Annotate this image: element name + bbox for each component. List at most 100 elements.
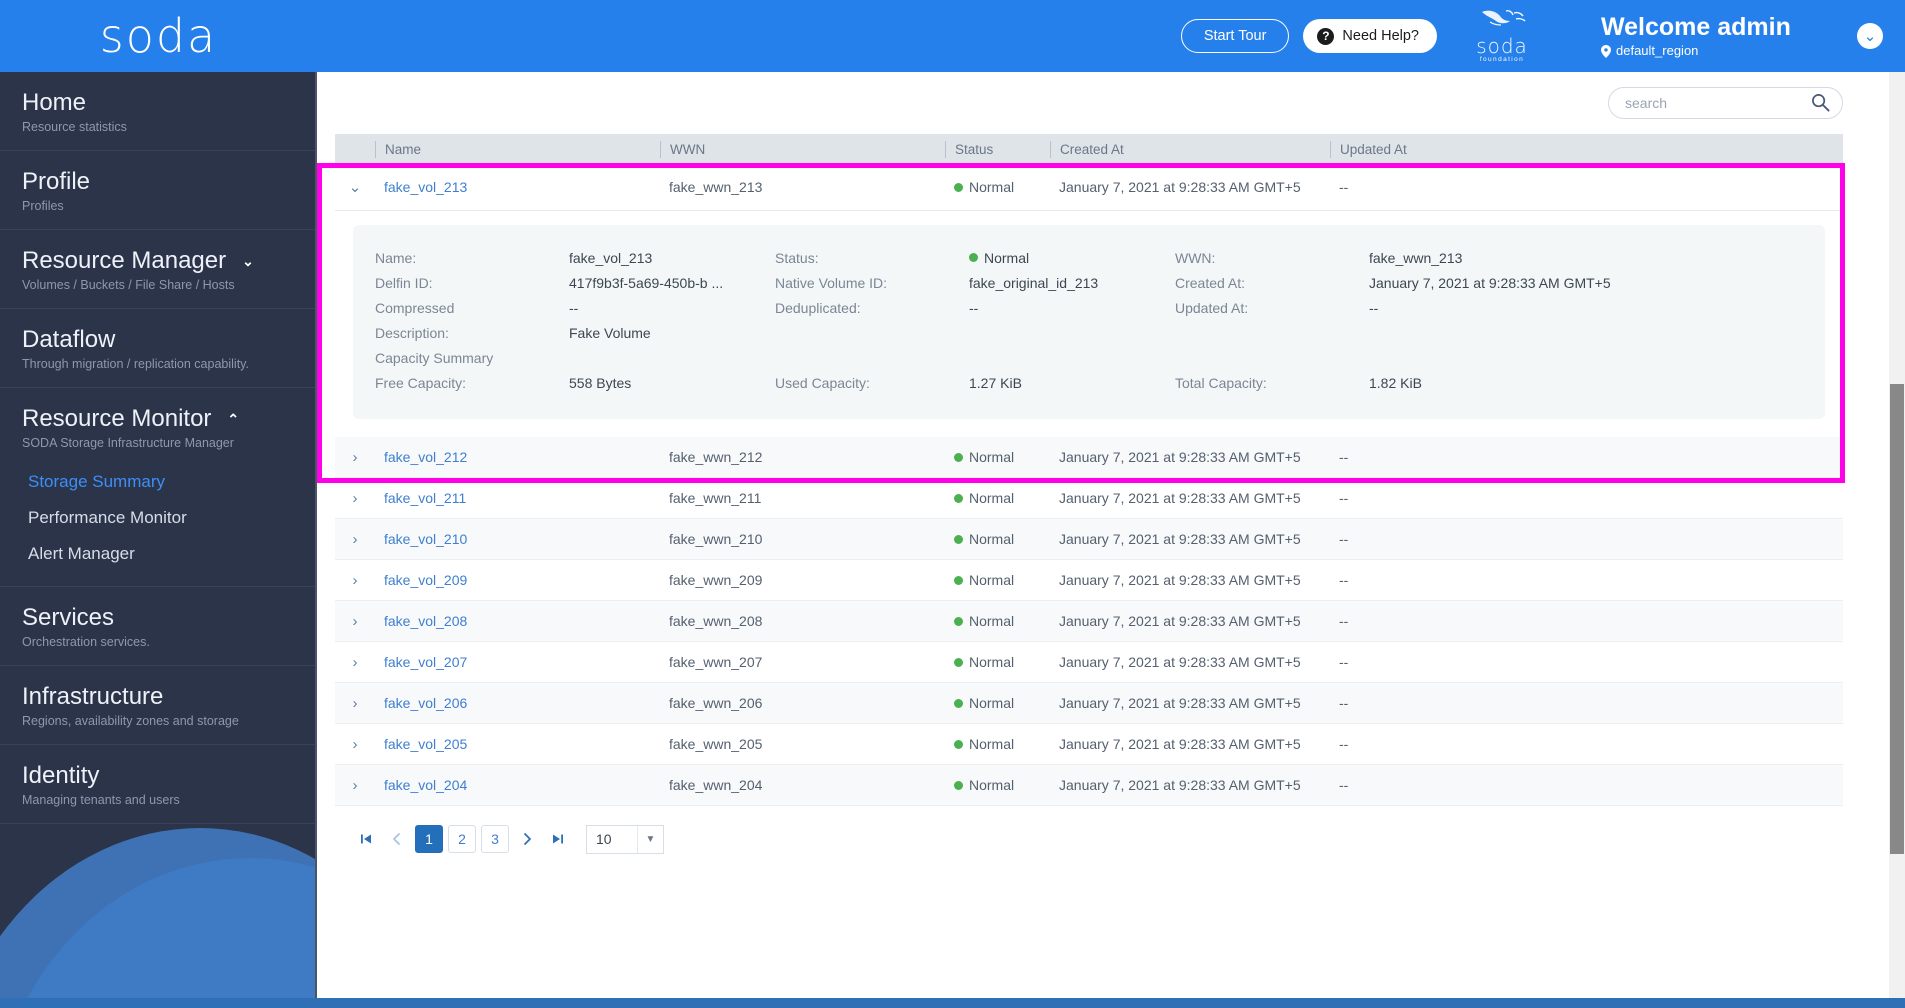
expand-row-chevron-right-icon[interactable]: › [335, 531, 375, 548]
expand-row-chevron-right-icon[interactable]: › [335, 695, 375, 712]
last-page-button[interactable] [545, 826, 571, 852]
collapse-row-chevron-down-icon[interactable]: ⌄ [335, 178, 375, 196]
detail-row: Used Capacity: 1.27 KiB [775, 370, 1175, 395]
table-row[interactable]: › fake_vol_208 fake_wwn_208 Normal January 7… [335, 601, 1843, 642]
sidebar-item-performance-monitor[interactable]: Performance Monitor [0, 500, 317, 536]
expanded-table-row[interactable]: ⌄ fake_vol_213 fake_wwn_213 Normal Janua… [335, 164, 1843, 211]
detail-row: Total Capacity: 1.82 KiB [1175, 370, 1803, 395]
sidebar-item-storage-summary[interactable]: Storage Summary [0, 464, 317, 500]
detail-row: Updated At: -- [1175, 295, 1803, 320]
status-dot-icon [954, 780, 963, 790]
table-row[interactable]: › fake_vol_211 fake_wwn_211 Normal January 7… [335, 478, 1843, 519]
row-name-link[interactable]: fake_vol_206 [375, 695, 660, 711]
table-row[interactable]: › fake_vol_209 fake_wwn_209 Normal January 7… [335, 560, 1843, 601]
chevron-down-icon[interactable]: ▼ [637, 825, 663, 853]
chevron-down-icon[interactable]: ⌄ [242, 253, 254, 270]
expand-row-chevron-right-icon[interactable]: › [335, 777, 375, 794]
sidebar-item-dataflow[interactable]: Dataflow Through migration / replication … [0, 325, 317, 373]
sidebar-edge-divider [315, 72, 317, 1008]
detail-value: Fake Volume [569, 324, 651, 341]
sidebar-title-row: Home [22, 88, 295, 118]
status-dot-icon [954, 534, 963, 544]
expand-row-chevron-right-icon[interactable]: › [335, 572, 375, 589]
expand-row-chevron-right-icon[interactable]: › [335, 449, 375, 466]
next-page-button[interactable] [514, 826, 540, 852]
row-updated-at: -- [1339, 449, 1349, 465]
row-created-at: January 7, 2021 at 9:28:33 AM GMT+5 [1059, 736, 1301, 752]
table-row[interactable]: › fake_vol_206 fake_wwn_206 Normal January 7… [335, 683, 1843, 724]
welcome-title: Welcome admin [1601, 13, 1791, 41]
row-status: Normal [945, 572, 1050, 588]
sidebar-item-resource-manager[interactable]: Resource Manager ⌄ Volumes / Buckets / Fil… [0, 246, 317, 294]
sidebar-item-profile[interactable]: Profile Profiles [0, 167, 317, 215]
sidebar-item-services[interactable]: Services Orchestration services. [0, 603, 317, 651]
detail-row-spacer [1175, 345, 1803, 370]
left-sidebar: Home Resource statistics Profile Profiles Re… [0, 72, 317, 1008]
page-size-select[interactable]: 10 ▼ [586, 824, 664, 854]
row-name-link[interactable]: fake_vol_209 [375, 572, 660, 588]
sidebar-item-infrastructure[interactable]: Infrastructure Regions, availability zone… [0, 682, 317, 730]
sidebar-item-resource-monitor[interactable]: Resource Monitor ⌃ SODA Storage Infrastruc… [0, 404, 317, 452]
sidebar-item-label: Infrastructure [22, 683, 164, 710]
sidebar-group-resource-manager: Resource Manager ⌄ Volumes / Buckets / Fil… [0, 230, 317, 309]
table-row[interactable]: › fake_vol_212 fake_wwn_212 Normal January 7… [335, 437, 1843, 478]
expand-row-chevron-right-icon[interactable]: › [335, 613, 375, 630]
table-row[interactable]: › fake_vol_204 fake_wwn_204 Normal January 7… [335, 765, 1843, 806]
page-scrollbar[interactable] [1889, 72, 1905, 1002]
row-status-label: Normal [969, 654, 1015, 670]
chevron-up-icon[interactable]: ⌃ [227, 411, 239, 428]
page-number-1[interactable]: 1 [415, 825, 443, 853]
sidebar-item-home[interactable]: Home Resource statistics [0, 88, 317, 136]
row-name-link[interactable]: fake_vol_204 [375, 777, 660, 793]
sidebar-item-alert-manager[interactable]: Alert Manager [0, 536, 317, 572]
sidebar-item-subtitle: Volumes / Buckets / File Share / Hosts [22, 278, 235, 292]
column-header-status[interactable]: Status [945, 140, 1050, 158]
sidebar-title-row: Services [22, 603, 295, 633]
row-name-link[interactable]: fake_vol_211 [375, 490, 660, 506]
chevron-right-icon [524, 833, 531, 845]
expand-row-chevron-right-icon[interactable]: › [335, 736, 375, 753]
detail-label: Deduplicated: [775, 299, 861, 316]
sidebar-item-subtitle: Profiles [22, 199, 64, 213]
row-name-link[interactable]: fake_vol_207 [375, 654, 660, 670]
sidebar-item-identity[interactable]: Identity Managing tenants and users [0, 761, 317, 809]
table-row[interactable]: › fake_vol_207 fake_wwn_207 Normal January 7… [335, 642, 1843, 683]
detail-label: Delfin ID: [375, 274, 433, 291]
scrollbar-thumb[interactable] [1890, 384, 1904, 854]
start-tour-button[interactable]: Start Tour [1180, 19, 1290, 53]
header-actions: Start Tour ? Need Help? soda foundation … [317, 0, 1905, 72]
row-name-link[interactable]: fake_vol_213 [375, 179, 660, 195]
search-input[interactable] [1608, 87, 1843, 119]
prev-page-button[interactable] [384, 826, 410, 852]
soda-logo[interactable]: soda [0, 0, 317, 72]
column-header-created-at[interactable]: Created At [1050, 140, 1330, 158]
column-header-name[interactable]: Name [375, 140, 660, 158]
sidebar-title-row: Profile [22, 167, 295, 197]
detail-label: Status: [775, 249, 819, 266]
page-number-2[interactable]: 2 [448, 825, 476, 853]
table-row[interactable]: › fake_vol_210 fake_wwn_210 Normal January 7… [335, 519, 1843, 560]
expand-row-chevron-right-icon[interactable]: › [335, 654, 375, 671]
search-box[interactable] [1608, 87, 1843, 119]
expand-row-chevron-right-icon[interactable]: › [335, 490, 375, 507]
row-created-at: January 7, 2021 at 9:28:33 AM GMT+5 [1059, 531, 1301, 547]
detail-value-text: Normal [984, 249, 1030, 266]
page-number-3[interactable]: 3 [481, 825, 509, 853]
search-icon[interactable] [1811, 93, 1830, 112]
need-help-button[interactable]: ? Need Help? [1303, 19, 1437, 53]
sidebar-title-row: Resource Monitor ⌃ [22, 404, 295, 434]
detail-label: Updated At: [1175, 299, 1249, 316]
row-updated-at: -- [1339, 695, 1349, 711]
column-header-wwn[interactable]: WWN [660, 140, 945, 158]
row-name-link[interactable]: fake_vol_212 [375, 449, 660, 465]
account-menu-chevron-down-icon[interactable]: ⌄ [1857, 23, 1883, 49]
column-header-updated-at[interactable]: Updated At [1330, 140, 1843, 158]
row-status-label: Normal [969, 613, 1015, 629]
sidebar-group-profile: Profile Profiles [0, 151, 317, 230]
row-name-link[interactable]: fake_vol_210 [375, 531, 660, 547]
row-name-link[interactable]: fake_vol_208 [375, 613, 660, 629]
row-name-link[interactable]: fake_vol_205 [375, 736, 660, 752]
first-page-button[interactable] [353, 826, 379, 852]
table-row[interactable]: › fake_vol_205 fake_wwn_205 Normal January 7… [335, 724, 1843, 765]
detail-row: Created At: January 7, 2021 at 9:28:33 AM… [1175, 270, 1803, 295]
